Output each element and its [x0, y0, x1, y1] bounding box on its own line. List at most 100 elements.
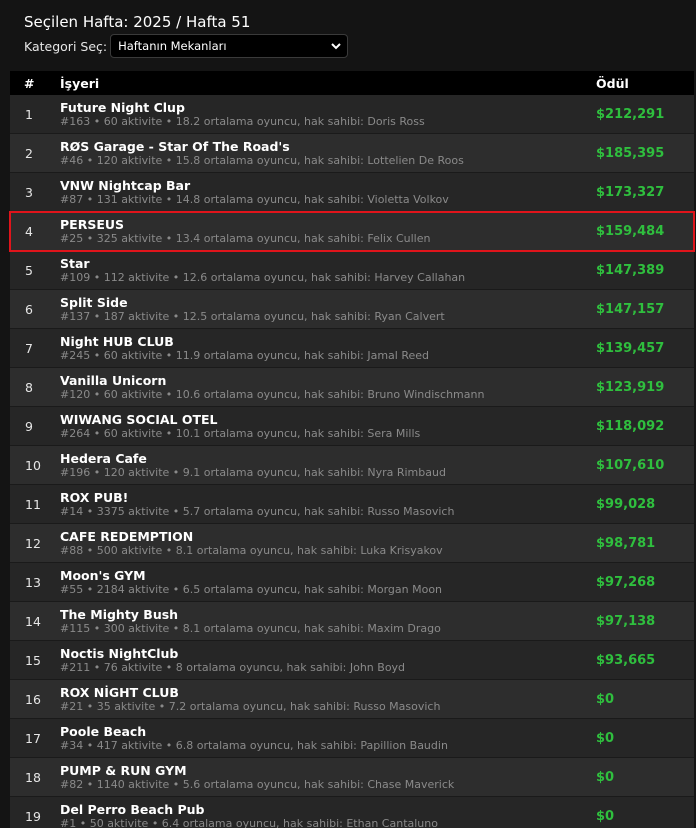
business-name: Vanilla Unicorn	[60, 372, 167, 388]
row-rank: 9	[25, 418, 33, 434]
table-row[interactable]: 11 ROX PUB! #14 • 3375 aktivite • 5.7 orta…	[10, 485, 694, 524]
row-prize: $173,327	[596, 184, 665, 200]
row-prize: $139,457	[596, 340, 665, 356]
row-prize: $159,484	[596, 223, 665, 239]
business-meta: #88 • 500 aktivite • 8.1 ortalama oyuncu…	[60, 543, 443, 557]
row-prize: $147,389	[596, 262, 665, 278]
business-name: WIWANG SOCIAL OTEL	[60, 411, 218, 427]
row-business: RØS Garage - Star Of The Road's #46 • 120…	[60, 139, 596, 168]
table-row[interactable]: 2 RØS Garage - Star Of The Road's #46 • 12…	[10, 134, 694, 173]
row-rank: 4	[25, 223, 33, 239]
business-name: Star	[60, 255, 90, 271]
business-meta: #55 • 2184 aktivite • 6.5 ortalama oyunc…	[60, 582, 443, 596]
category-filter: Kategori Seç: Haftanın Mekanları	[24, 34, 684, 58]
business-meta: #115 • 300 aktivite • 8.1 ortalama oyunc…	[60, 621, 441, 635]
table-body: 1 Future Night Clup #163 • 60 aktivite • 1…	[9, 95, 695, 828]
row-prize: $212,291	[596, 106, 665, 122]
row-rank: 18	[25, 769, 41, 785]
row-business: PERSEUS #25 • 325 aktivite • 13.4 ortalam…	[60, 217, 596, 246]
row-business: Vanilla Unicorn #120 • 60 aktivite • 10.6…	[60, 373, 596, 402]
row-prize: $98,781	[596, 535, 656, 551]
table-row[interactable]: 1 Future Night Clup #163 • 60 aktivite • 1…	[10, 95, 694, 134]
row-prize: $99,028	[596, 496, 656, 512]
business-name: RØS Garage - Star Of The Road's	[60, 138, 290, 154]
chevron-down-icon	[331, 42, 341, 50]
business-name: Del Perro Beach Pub	[60, 801, 205, 817]
row-prize: $147,157	[596, 301, 665, 317]
row-prize: $97,138	[596, 613, 656, 629]
row-rank: 10	[25, 457, 41, 473]
table-row[interactable]: 15 Noctis NightClub #211 • 76 aktivite • 8…	[10, 641, 694, 680]
row-business: Split Side #137 • 187 aktivite • 12.5 ort…	[60, 295, 596, 324]
business-meta: #109 • 112 aktivite • 12.6 ortalama oyun…	[60, 270, 466, 284]
row-prize: $0	[596, 691, 615, 707]
category-label: Kategori Seç:	[24, 38, 108, 54]
business-name: Future Night Clup	[60, 99, 185, 115]
business-name: Noctis NightClub	[60, 645, 179, 661]
column-header-business: İşyeri	[60, 75, 100, 91]
column-header-prize: Ödül	[596, 75, 629, 91]
row-rank: 2	[25, 145, 33, 161]
table-row[interactable]: 12 CAFE REDEMPTION #88 • 500 aktivite • 8.…	[10, 524, 694, 563]
row-prize: $0	[596, 730, 615, 746]
table-row[interactable]: 18 PUMP & RUN GYM #82 • 1140 aktivite • 5.…	[10, 758, 694, 797]
business-meta: #21 • 35 aktivite • 7.2 ortalama oyuncu,…	[60, 699, 441, 713]
business-meta: #120 • 60 aktivite • 10.6 ortalama oyunc…	[60, 387, 485, 401]
row-business: Hedera Cafe #196 • 120 aktivite • 9.1 ort…	[60, 451, 596, 480]
row-prize: $123,919	[596, 379, 665, 395]
business-name: PERSEUS	[60, 216, 125, 232]
row-rank: 6	[25, 301, 33, 317]
row-rank: 3	[25, 184, 33, 200]
row-business: PUMP & RUN GYM #82 • 1140 aktivite • 5.6 …	[60, 763, 596, 792]
business-name: Night HUB CLUB	[60, 333, 174, 349]
business-meta: #1 • 50 aktivite • 6.4 ortalama oyuncu, …	[60, 816, 438, 828]
row-rank: 1	[25, 106, 33, 122]
table-row[interactable]: 5 Star #109 • 112 aktivite • 12.6 ortalama…	[10, 251, 694, 290]
table-row[interactable]: 14 The Mighty Bush #115 • 300 aktivite • 8…	[10, 602, 694, 641]
row-rank: 17	[25, 730, 41, 746]
table-row[interactable]: 7 Night HUB CLUB #245 • 60 aktivite • 11.9…	[10, 329, 694, 368]
business-meta: #25 • 325 aktivite • 13.4 ortalama oyunc…	[60, 231, 431, 245]
table-row[interactable]: 3 VNW Nightcap Bar #87 • 131 aktivite • 14…	[10, 173, 694, 212]
business-name: Split Side	[60, 294, 128, 310]
week-title: Seçilen Hafta: 2025 / Hafta 51	[24, 13, 251, 31]
business-meta: #264 • 60 aktivite • 10.1 ortalama oyunc…	[60, 426, 421, 440]
leaderboard-table: # İşyeri Ödül 1 Future Night Clup #163 • 6…	[9, 71, 695, 828]
business-name: ROX PUB!	[60, 489, 129, 505]
table-row[interactable]: 8 Vanilla Unicorn #120 • 60 aktivite • 10.…	[10, 368, 694, 407]
row-rank: 12	[25, 535, 41, 551]
category-select[interactable]: Haftanın Mekanları	[110, 34, 349, 58]
business-meta: #14 • 3375 aktivite • 5.7 ortalama oyunc…	[60, 504, 455, 518]
table-row[interactable]: 9 WIWANG SOCIAL OTEL #264 • 60 aktivite • …	[10, 407, 694, 446]
business-meta: #245 • 60 aktivite • 11.9 ortalama oyunc…	[60, 348, 430, 362]
leaderboard-page: Seçilen Hafta: 2025 / Hafta 51 Kategori …	[0, 0, 696, 828]
table-row[interactable]: 17 Poole Beach #34 • 417 aktivite • 6.8 or…	[10, 719, 694, 758]
category-select-value: Haftanın Mekanları	[118, 39, 227, 53]
row-business: Future Night Clup #163 • 60 aktivite • 18…	[60, 100, 596, 129]
row-business: ROX NİGHT CLUB #21 • 35 aktivite • 7.2 or…	[60, 685, 596, 714]
row-prize: $107,610	[596, 457, 665, 473]
row-business: Night HUB CLUB #245 • 60 aktivite • 11.9 …	[60, 334, 596, 363]
table-row[interactable]: 19 Del Perro Beach Pub #1 • 50 aktivite • …	[10, 797, 694, 828]
business-meta: #34 • 417 aktivite • 6.8 ortalama oyuncu…	[60, 738, 448, 752]
table-row[interactable]: 10 Hedera Cafe #196 • 120 aktivite • 9.1 o…	[10, 446, 694, 485]
business-name: ROX NİGHT CLUB	[60, 684, 179, 700]
row-rank: 19	[25, 808, 41, 824]
business-name: CAFE REDEMPTION	[60, 528, 194, 544]
table-header: # İşyeri Ödül	[10, 71, 694, 95]
table-row[interactable]: 16 ROX NİGHT CLUB #21 • 35 aktivite • 7.2 …	[10, 680, 694, 719]
row-business: CAFE REDEMPTION #88 • 500 aktivite • 8.1 …	[60, 529, 596, 558]
row-prize: $185,395	[596, 145, 665, 161]
row-business: Poole Beach #34 • 417 aktivite • 6.8 orta…	[60, 724, 596, 753]
table-row[interactable]: 13 Moon's GYM #55 • 2184 aktivite • 6.5 or…	[10, 563, 694, 602]
row-business: WIWANG SOCIAL OTEL #264 • 60 aktivite • 1…	[60, 412, 596, 441]
row-prize: $0	[596, 769, 615, 785]
header: Seçilen Hafta: 2025 / Hafta 51 Kategori …	[24, 12, 684, 58]
business-meta: #196 • 120 aktivite • 9.1 ortalama oyunc…	[60, 465, 446, 479]
table-row-highlighted[interactable]: 4 PERSEUS #25 • 325 aktivite • 13.4 ortala…	[9, 211, 695, 252]
business-meta: #137 • 187 aktivite • 12.5 ortalama oyun…	[60, 309, 445, 323]
row-business: Star #109 • 112 aktivite • 12.6 ortalama …	[60, 256, 596, 285]
row-prize: $0	[596, 808, 615, 824]
table-row[interactable]: 6 Split Side #137 • 187 aktivite • 12.5 or…	[10, 290, 694, 329]
business-name: Poole Beach	[60, 723, 147, 739]
